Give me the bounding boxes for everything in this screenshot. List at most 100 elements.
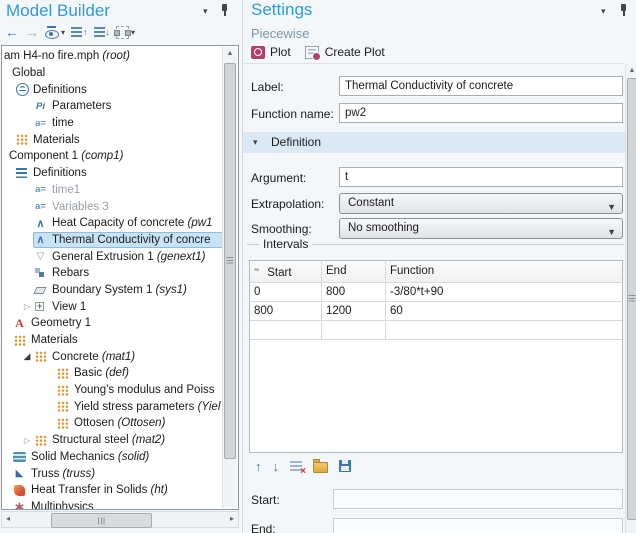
tree-item-truss[interactable]: Truss (truss) [2,465,223,482]
interval-cell[interactable]: 800 [322,283,386,302]
view-icon [33,300,48,314]
interval-cell[interactable]: 800 [250,302,322,321]
tree-item-parameters[interactable]: Parameters [2,98,223,115]
column-header-function[interactable]: Function [386,261,622,282]
collapsed-arrow-icon[interactable]: ▷ [21,436,33,445]
tree-indent [2,156,9,157]
column-header-end[interactable]: End [322,261,386,282]
node-dropdown-arrow-icon[interactable]: ▾ [131,28,135,37]
tree-item-solid-mechanics[interactable]: Solid Mechanics (solid) [2,449,223,466]
plot-button[interactable]: Plot [251,45,291,59]
load-from-file-icon[interactable] [313,462,328,473]
interval-cell[interactable] [322,321,386,340]
interval-cell[interactable]: 60 [386,302,622,321]
argument-field[interactable]: t [339,167,623,187]
scroll-up-arrow-icon[interactable]: ▲ [626,67,636,74]
tree-indent [2,390,55,391]
tree-item-time1[interactable]: time1 [2,182,223,199]
tree-item-structural-steel[interactable]: ▷Structural steel (mat2) [2,432,223,449]
tree-item-label: Materials [33,134,80,146]
settings-pin-icon[interactable] [619,4,628,17]
label-field[interactable]: Thermal Conductivity of concrete [339,76,623,96]
tree-item-heat-capacity[interactable]: Heat Capacity of concrete (pw1 [2,215,223,232]
scroll-left-arrow-icon[interactable]: ◂ [6,514,10,523]
tree-item-global-materials[interactable]: Materials [2,131,223,148]
tree-item-time[interactable]: time [2,115,223,132]
collapse-list-up-icon[interactable]: ↑ [68,23,91,41]
tree-item-view-1[interactable]: ▷View 1 [2,298,223,315]
expand-list-down-icon[interactable]: ↓ [91,23,114,41]
tree-item-label: Global [12,67,45,79]
definition-section-header[interactable]: ▾ Definition [243,132,625,153]
tree-item-root[interactable]: am H4-no fire.mph (root) [2,48,223,65]
tree-item-boundary-system[interactable]: Boundary System 1 (sys1) [2,282,223,299]
tree-indent [2,106,33,107]
tree-item-global-definitions[interactable]: Definitions [2,81,223,98]
model-tree-node-icon[interactable]: ▾ [113,23,138,41]
collapse-section-arrow-icon[interactable]: ▾ [253,132,258,153]
tree-vertical-scrollbar[interactable]: ▲ [222,47,237,508]
intervals-table[interactable]: **Start End Function 0800-3/80*t+9080012… [249,260,623,453]
tree-indent [2,273,33,274]
tree-item-global[interactable]: Global [2,65,223,82]
tree-item-label: time1 [52,184,80,196]
tree-item-concrete[interactable]: ◢Concrete (mat1) [2,348,223,365]
tree-item-rebars[interactable]: Rebars [2,265,223,282]
extrapolation-dropdown[interactable]: Constant▼ [339,193,623,214]
scroll-right-arrow-icon[interactable]: ▸ [230,514,234,523]
tree-indent [2,440,21,441]
interval-cell[interactable]: 1200 [322,302,386,321]
start-field[interactable] [333,489,623,509]
interval-row-1[interactable]: 800120060 [250,302,622,321]
save-to-file-icon[interactable] [339,460,351,472]
interval-cell[interactable]: -3/80*t+90 [386,283,622,302]
settings-menu-dropdown-icon[interactable]: ▾ [601,6,606,17]
move-down-icon[interactable]: ↓ [273,459,280,474]
tree-item-label: Boundary System 1 [52,284,152,296]
column-header-start[interactable]: **Start [250,261,322,282]
tree-item-tag: (mat2) [129,434,165,446]
pin-icon[interactable] [220,4,229,17]
tree-item-basic[interactable]: Basic (def) [2,365,223,382]
collapsed-arrow-icon[interactable]: ▷ [21,302,33,311]
interval-row-2[interactable] [250,321,622,340]
tree-item-general-extrusion[interactable]: General Extrusion 1 (genext1) [2,248,223,265]
tree-item-variables-3[interactable]: Variables 3 [2,198,223,215]
tree-horizontal-scrollbar[interactable]: ◂ ▸ [1,511,239,528]
tree-item-ottosen[interactable]: Ottosen (Ottosen) [2,415,223,432]
expanded-arrow-icon[interactable]: ◢ [21,351,33,362]
end-field[interactable] [333,518,623,533]
clear-table-icon[interactable] [290,461,302,471]
tree-hscroll-thumb[interactable] [51,513,152,528]
interval-cell[interactable] [250,321,322,340]
interval-cell[interactable]: 0 [250,283,322,302]
interval-cell[interactable] [386,321,622,340]
eye-dropdown-arrow-icon[interactable]: ▾ [61,28,65,37]
back-arrow-icon[interactable]: ← [2,23,22,41]
show-hide-eye-icon[interactable]: ▾ [42,23,68,41]
tree-vscroll-thumb[interactable] [224,63,236,459]
tree-indent [2,356,21,357]
tree-item-heat-transfer[interactable]: Heat Transfer in Solids (ht) [2,482,223,499]
settings-vertical-scrollbar[interactable]: ▲ [625,64,636,533]
function-name-field[interactable]: pw2 [339,103,623,123]
scroll-up-arrow-icon[interactable]: ▲ [223,50,237,57]
interval-row-0[interactable]: 0800-3/80*t+90 [250,283,622,302]
tree-item-materials[interactable]: Materials [2,332,223,349]
smoothing-dropdown[interactable]: No smoothing▼ [339,218,623,239]
settings-vscroll-thumb[interactable] [627,78,636,520]
tree-item-youngs-modulus[interactable]: Young's modulus and Poiss [2,382,223,399]
tree-item-thermal-conductivity[interactable]: Thermal Conductivity of concre [2,232,223,249]
model-builder-panel: Model Builder ▾ ← → ▾ ↑ ↓ ▾ am H4-no fir… [0,0,240,533]
move-up-icon[interactable]: ↑ [255,459,262,474]
tree-indent [2,423,55,424]
create-plot-button[interactable]: Create Plot [305,45,385,59]
tree-item-multiphysics[interactable]: Multiphysics [2,499,223,510]
panel-menu-dropdown-icon[interactable]: ▾ [203,6,208,17]
forward-arrow-icon[interactable]: → [22,23,42,41]
tree-item-component-1[interactable]: Component 1 (comp1) [2,148,223,165]
tree-item-geometry-1[interactable]: Geometry 1 [2,315,223,332]
piecewise-icon [33,216,48,230]
tree-item-definitions[interactable]: Definitions [2,165,223,182]
tree-item-yield-stress[interactable]: Yield stress parameters (Yiel [2,398,223,415]
